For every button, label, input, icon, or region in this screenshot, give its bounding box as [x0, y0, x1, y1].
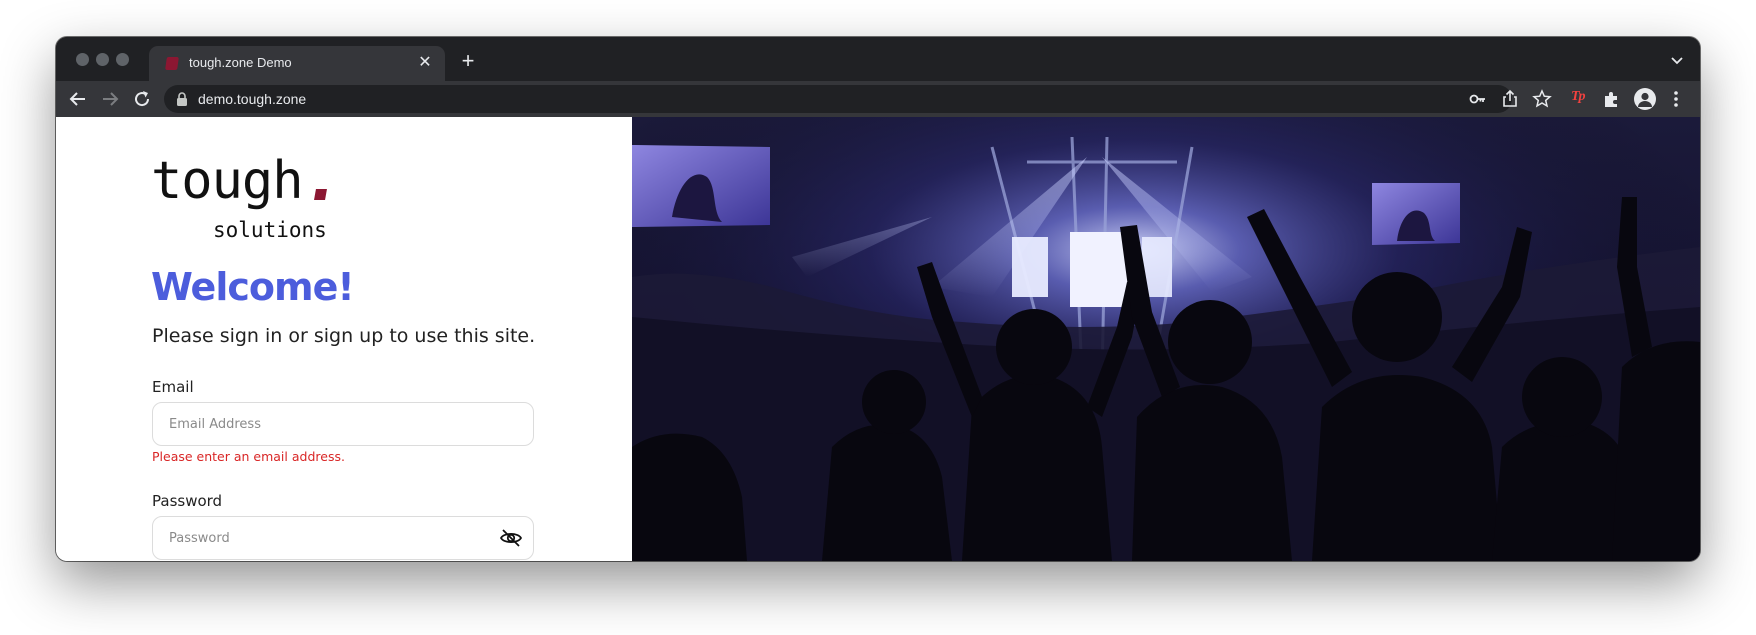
- eye-off-icon[interactable]: [499, 526, 523, 550]
- forward-icon[interactable]: [98, 87, 122, 111]
- share-icon[interactable]: [1499, 88, 1521, 110]
- page-content: tough solutions Welcome! Please sign in …: [56, 117, 1700, 561]
- lock-icon[interactable]: [176, 92, 188, 106]
- logo-subtitle: solutions: [213, 218, 327, 242]
- profile-icon[interactable]: [1634, 88, 1656, 110]
- email-input[interactable]: [152, 402, 534, 446]
- password-label: Password: [152, 492, 223, 510]
- browser-toolbar: demo.tough.zone Tp: [56, 81, 1700, 117]
- close-icon[interactable]: ✕: [415, 53, 435, 73]
- logo-accent-dot: [314, 189, 327, 200]
- email-label: Email: [152, 378, 194, 396]
- tab-strip: tough.zone Demo ✕ +: [56, 37, 1700, 81]
- sign-in-panel: tough solutions Welcome! Please sign in …: [56, 117, 633, 561]
- window-zoom-dot[interactable]: [116, 53, 129, 66]
- browser-window: tough.zone Demo ✕ + demo.tough.zone Tp t…: [56, 37, 1700, 561]
- concert-hero-image: [632, 117, 1700, 561]
- star-icon[interactable]: [1531, 88, 1553, 110]
- logo-wordmark: tough: [151, 151, 304, 211]
- plus-icon[interactable]: +: [456, 49, 480, 73]
- window-minimize-dot[interactable]: [96, 53, 109, 66]
- tough-zone-favicon: [165, 57, 179, 70]
- window-close-dot[interactable]: [76, 53, 89, 66]
- more-icon[interactable]: [1666, 89, 1686, 109]
- extension-tp-icon[interactable]: Tp: [1571, 89, 1586, 105]
- tab-title: tough.zone Demo: [189, 55, 292, 70]
- extensions-icon[interactable]: [1601, 88, 1623, 110]
- sign-in-subtitle: Please sign in or sign up to use this si…: [152, 325, 536, 347]
- reload-icon[interactable]: [130, 87, 154, 111]
- password-input[interactable]: [152, 516, 534, 560]
- browser-tab[interactable]: tough.zone Demo ✕: [149, 46, 445, 81]
- back-icon[interactable]: [66, 87, 90, 111]
- address-bar[interactable]: demo.tough.zone: [164, 85, 1512, 113]
- welcome-heading: Welcome!: [151, 265, 355, 309]
- key-icon[interactable]: [1467, 88, 1489, 110]
- url-text[interactable]: demo.tough.zone: [198, 91, 306, 107]
- tab-search-icon[interactable]: [1668, 51, 1686, 69]
- email-error-message: Please enter an email address.: [152, 449, 345, 464]
